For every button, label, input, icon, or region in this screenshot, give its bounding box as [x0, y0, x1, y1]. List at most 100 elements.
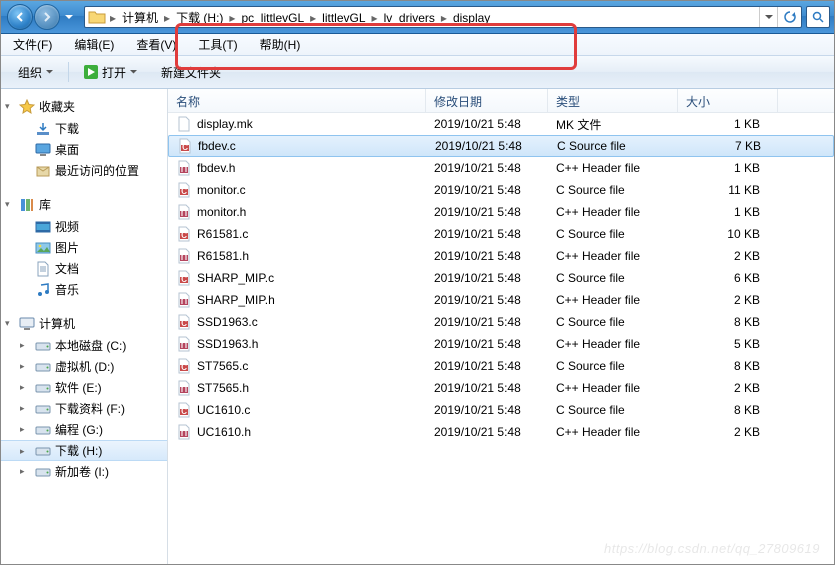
- tree-item[interactable]: 桌面: [1, 139, 167, 160]
- cell-size: 2 KB: [678, 425, 778, 439]
- file-row[interactable]: cSHARP_MIP.c2019/10/21 5:48C Source file…: [168, 267, 834, 289]
- tree-item[interactable]: ▸本地磁盘 (C:): [1, 335, 167, 356]
- tree-group-libraries[interactable]: ▾库: [1, 193, 167, 216]
- tree-item[interactable]: ▸虚拟机 (D:): [1, 356, 167, 377]
- expander-icon: ▸: [20, 403, 25, 414]
- cell-modified: 2019/10/21 5:48: [426, 293, 548, 307]
- column-size[interactable]: 大小: [678, 89, 778, 112]
- file-row[interactable]: cfbdev.c2019/10/21 5:48C Source file7 KB: [168, 135, 834, 157]
- tree-item[interactable]: 文档: [1, 258, 167, 279]
- nav-bar: ▸计算机▸下载 (H:)▸pc_littlevGL▸littlevGL▸lv_d…: [1, 1, 834, 34]
- menu-tools[interactable]: 工具(T): [192, 34, 243, 55]
- cell-modified: 2019/10/21 5:48: [426, 381, 548, 395]
- file-name: SHARP_MIP.c: [197, 271, 274, 285]
- refresh-button[interactable]: [777, 7, 801, 27]
- open-label: 打开: [102, 64, 126, 81]
- crumb-item[interactable]: littlevGL: [318, 10, 369, 26]
- cell-modified: 2019/10/21 5:48: [426, 425, 548, 439]
- cell-size: 1 KB: [678, 205, 778, 219]
- file-row[interactable]: cST7565.c2019/10/21 5:48C Source file8 K…: [168, 355, 834, 377]
- new-folder-button[interactable]: 新建文件夹: [152, 60, 230, 85]
- video-icon: [35, 219, 51, 235]
- file-row[interactable]: hfbdev.h2019/10/21 5:48C++ Header file1 …: [168, 157, 834, 179]
- tree-item[interactable]: 视频: [1, 216, 167, 237]
- breadcrumb[interactable]: ▸计算机▸下载 (H:)▸pc_littlevGL▸littlevGL▸lv_d…: [108, 9, 494, 26]
- menu-file[interactable]: 文件(F): [7, 34, 58, 55]
- tree-item[interactable]: ▸ 新加卷 (I:): [1, 461, 167, 482]
- cell-modified: 2019/10/21 5:48: [426, 183, 548, 197]
- file-list-body[interactable]: display.mk2019/10/21 5:48MK 文件1 KBcfbdev…: [168, 113, 834, 564]
- file-name: monitor.c: [197, 183, 246, 197]
- tree-item-label: 新加卷 (I:): [55, 463, 109, 480]
- file-name: monitor.h: [197, 205, 246, 219]
- address-bar[interactable]: ▸计算机▸下载 (H:)▸pc_littlevGL▸littlevGL▸lv_d…: [84, 6, 802, 28]
- file-row[interactable]: hSHARP_MIP.h2019/10/21 5:48C++ Header fi…: [168, 289, 834, 311]
- crumb-item[interactable]: display: [449, 10, 494, 26]
- open-button[interactable]: 打开: [75, 60, 146, 85]
- file-row[interactable]: hSSD1963.h2019/10/21 5:48C++ Header file…: [168, 333, 834, 355]
- cell-modified: 2019/10/21 5:48: [426, 403, 548, 417]
- menu-edit[interactable]: 编辑(E): [68, 34, 120, 55]
- cell-name: hmonitor.h: [168, 204, 426, 220]
- menu-view[interactable]: 查看(V): [130, 34, 182, 55]
- file-c-icon: c: [176, 402, 192, 418]
- organize-button[interactable]: 组织: [9, 60, 62, 85]
- crumb-item[interactable]: 计算机: [118, 10, 162, 26]
- back-button[interactable]: [7, 4, 33, 30]
- sidebar[interactable]: ▾收藏夹下载桌面最近访问的位置▾库视频图片文档音乐▾计算机▸本地磁盘 (C:)▸…: [1, 89, 168, 564]
- column-name[interactable]: 名称: [168, 89, 426, 112]
- svg-text:h: h: [181, 161, 188, 175]
- download-icon: [35, 121, 51, 137]
- file-row[interactable]: hST7565.h2019/10/21 5:48C++ Header file2…: [168, 377, 834, 399]
- file-name: UC1610.h: [197, 425, 251, 439]
- cell-name: hST7565.h: [168, 380, 426, 396]
- crumb-item[interactable]: lv_drivers: [380, 10, 439, 26]
- file-row[interactable]: display.mk2019/10/21 5:48MK 文件1 KB: [168, 113, 834, 135]
- tree-item-label: 音乐: [55, 281, 79, 298]
- column-modified[interactable]: 修改日期: [426, 89, 548, 112]
- tree-item-label: 本地磁盘 (C:): [55, 337, 126, 354]
- tree-item[interactable]: ▸编程 (G:): [1, 419, 167, 440]
- file-row[interactable]: hUC1610.h2019/10/21 5:48C++ Header file2…: [168, 421, 834, 443]
- cell-modified: 2019/10/21 5:48: [427, 139, 549, 153]
- forward-button[interactable]: [34, 4, 60, 30]
- tree-group-computer[interactable]: ▾计算机: [1, 312, 167, 335]
- chevron-down-icon: [46, 70, 53, 74]
- cell-type: C Source file: [548, 271, 678, 285]
- tree-item[interactable]: ▸软件 (E:): [1, 377, 167, 398]
- tree-item[interactable]: 图片: [1, 237, 167, 258]
- nav-arrows: [1, 4, 80, 30]
- tree-item[interactable]: 最近访问的位置: [1, 160, 167, 181]
- drive-icon: [35, 422, 51, 438]
- menu-help[interactable]: 帮助(H): [254, 34, 307, 55]
- file-row[interactable]: hmonitor.h2019/10/21 5:48C++ Header file…: [168, 201, 834, 223]
- file-row[interactable]: cSSD1963.c2019/10/21 5:48C Source file8 …: [168, 311, 834, 333]
- new-folder-label: 新建文件夹: [161, 64, 221, 81]
- file-row[interactable]: cR61581.c2019/10/21 5:48C Source file10 …: [168, 223, 834, 245]
- address-dropdown[interactable]: [759, 7, 777, 27]
- file-row[interactable]: cUC1610.c2019/10/21 5:48C Source file8 K…: [168, 399, 834, 421]
- crumb-item[interactable]: 下载 (H:): [172, 10, 227, 26]
- tree-item-label: 软件 (E:): [55, 379, 102, 396]
- column-type[interactable]: 类型: [548, 89, 678, 112]
- tree-item[interactable]: ▸下载资料 (F:): [1, 398, 167, 419]
- cell-type: C Source file: [548, 403, 678, 417]
- tree-item[interactable]: 下载: [1, 118, 167, 139]
- cell-modified: 2019/10/21 5:48: [426, 249, 548, 263]
- tree-item-label: 下载: [55, 120, 79, 137]
- file-row[interactable]: hR61581.h2019/10/21 5:48C++ Header file2…: [168, 245, 834, 267]
- nav-history-dropdown[interactable]: [61, 6, 76, 28]
- tree-item-label: 下载 (H:): [55, 442, 102, 459]
- search-button[interactable]: [806, 6, 830, 28]
- expander-icon: ▸: [20, 466, 25, 477]
- tree-item[interactable]: ▸下载 (H:): [1, 440, 167, 461]
- tree-item[interactable]: 音乐: [1, 279, 167, 300]
- file-name: display.mk: [197, 117, 253, 131]
- cell-type: C++ Header file: [548, 249, 678, 263]
- tree-group-favorites[interactable]: ▾收藏夹: [1, 95, 167, 118]
- open-badge-icon: [84, 65, 98, 79]
- crumb-item[interactable]: pc_littlevGL: [237, 10, 308, 26]
- file-h-icon: h: [176, 160, 192, 176]
- file-row[interactable]: cmonitor.c2019/10/21 5:48C Source file11…: [168, 179, 834, 201]
- cell-name: cfbdev.c: [169, 138, 427, 154]
